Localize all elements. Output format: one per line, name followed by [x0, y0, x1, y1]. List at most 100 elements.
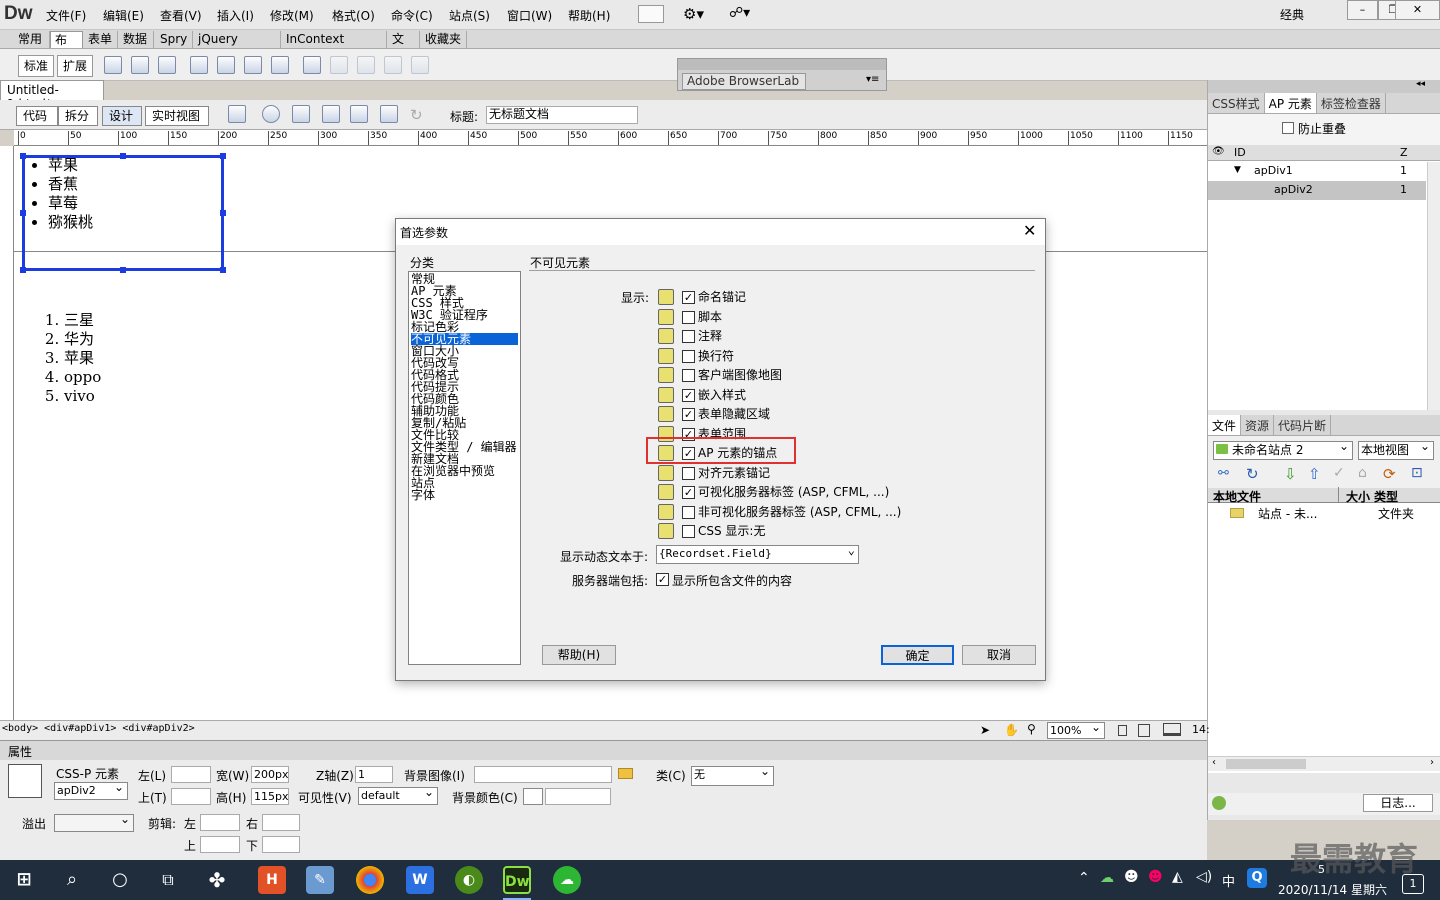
insert-object-icon[interactable]	[357, 56, 375, 74]
insert-tab[interactable]: 文本	[388, 31, 420, 63]
insert-object-icon[interactable]	[190, 56, 208, 74]
cortana-icon[interactable]: ○	[106, 866, 134, 894]
browse-folder-icon[interactable]	[618, 768, 633, 779]
invisible-element-option[interactable]: CSS 显示:无	[658, 522, 988, 540]
clip-top-input[interactable]	[200, 836, 240, 853]
insert-object-icon[interactable]	[244, 56, 262, 74]
view-button[interactable]: 代码	[16, 106, 58, 126]
gear-icon[interactable]: ⚙▾	[683, 5, 704, 23]
menu-item[interactable]: 文件(F)	[46, 7, 86, 24]
visibility-dropdown[interactable]: default	[358, 784, 438, 805]
width-input[interactable]: 200px	[251, 766, 289, 783]
insert-tab[interactable]: jQuery Mobile	[194, 31, 281, 63]
overflow-dropdown[interactable]	[54, 811, 134, 832]
file-management-icon[interactable]	[292, 105, 310, 123]
top-input[interactable]	[171, 788, 211, 805]
panel-tab[interactable]: CSS样式	[1208, 93, 1265, 113]
resize-handle[interactable]	[120, 267, 126, 273]
ok-button[interactable]: 确定	[881, 645, 954, 665]
bg-image-input[interactable]	[474, 766, 612, 783]
invisible-element-option[interactable]: 脚本	[658, 308, 988, 326]
tray-chevron-icon[interactable]: ⌃	[1078, 870, 1090, 886]
menu-item[interactable]: 帮助(H)	[568, 7, 610, 24]
cancel-button[interactable]: 取消	[962, 645, 1036, 665]
option-checkbox[interactable]	[682, 330, 695, 343]
clip-bottom-input[interactable]	[262, 836, 300, 853]
wechat-icon[interactable]: ☁	[553, 866, 581, 894]
option-checkbox[interactable]	[682, 505, 695, 519]
invisible-element-option[interactable]: ✓ 可视化服务器标签 (ASP, CFML, ...)	[658, 483, 988, 501]
tree-expand-icon[interactable]: ▼	[1234, 165, 1241, 175]
watermelon-app-icon[interactable]: ◐	[455, 866, 483, 894]
view-button[interactable]: 设计	[102, 106, 142, 126]
insert-object-icon[interactable]	[217, 56, 235, 74]
checkout-icon[interactable]: ✓	[1333, 465, 1345, 481]
ap-row[interactable]: ▼ apDiv1 1	[1208, 162, 1426, 181]
phone-size-icon[interactable]	[1118, 725, 1127, 736]
bg-color-input[interactable]	[545, 788, 611, 805]
wechat-tray-icon[interactable]: ☁	[1100, 870, 1114, 886]
desktop-size-icon[interactable]	[1163, 723, 1181, 736]
refresh-icon[interactable]: ↻	[410, 106, 423, 124]
clock-date[interactable]: 2020/11/14 星期六	[1278, 881, 1387, 898]
menu-item[interactable]: 查看(V)	[160, 7, 202, 24]
scroll-thumb[interactable]	[1226, 759, 1306, 769]
eye-icon[interactable]: 👁	[1212, 146, 1225, 157]
invisible-element-option[interactable]: 注释	[658, 327, 988, 345]
search-icon[interactable]: ⌕	[58, 866, 86, 894]
hand-tool-icon[interactable]: ✋	[1004, 723, 1019, 737]
ap-row-selected[interactable]: apDiv2 1	[1208, 181, 1426, 200]
invisible-element-option[interactable]: ✓ 嵌入样式	[658, 386, 988, 404]
standard-mode-button[interactable]: 标准	[18, 55, 55, 77]
notepad-icon[interactable]: ✎	[306, 866, 334, 894]
zoom-tool-icon[interactable]: ⚲	[1027, 722, 1036, 736]
insert-object-icon[interactable]	[271, 56, 289, 74]
pointer-tool-icon[interactable]: ➤	[980, 723, 990, 737]
class-dropdown[interactable]: 无	[691, 763, 774, 786]
invisible-element-option[interactable]: 换行符	[658, 347, 988, 365]
preview-browser-icon[interactable]	[262, 105, 280, 123]
view-button[interactable]: 拆分	[58, 106, 98, 126]
title-input[interactable]: 无标题文档	[486, 106, 638, 124]
connect-icon[interactable]: ⚯	[1218, 466, 1229, 481]
dreamweaver-icon[interactable]: Dw	[503, 866, 531, 894]
put-files-icon[interactable]: ⇧	[1308, 465, 1321, 483]
resize-handle[interactable]	[20, 153, 26, 159]
insert-object-icon[interactable]	[131, 56, 149, 74]
volume-icon[interactable]: ◁)	[1196, 869, 1212, 885]
resize-handle[interactable]	[20, 210, 26, 216]
windows-start-icon[interactable]: ⊞	[10, 866, 38, 894]
clip-right-input[interactable]	[262, 814, 300, 831]
insert-tab[interactable]: 布局	[50, 31, 83, 64]
clock-time[interactable]: 5	[1318, 863, 1325, 876]
panel-tab[interactable]: 标签检查器	[1317, 93, 1386, 113]
layout-icon[interactable]	[638, 5, 664, 23]
expanded-mode-button[interactable]: 扩展	[57, 55, 94, 77]
panel-grip[interactable]	[678, 59, 886, 70]
option-checkbox[interactable]	[682, 349, 695, 363]
insert-tab[interactable]: 表单	[84, 31, 118, 48]
invisible-element-option[interactable]: 客户端图像地图	[658, 366, 988, 384]
z-column[interactable]: Z	[1400, 146, 1408, 159]
clip-left-input[interactable]	[200, 814, 240, 831]
insert-tab[interactable]: 常用	[14, 31, 50, 48]
option-checkbox[interactable]	[682, 466, 695, 480]
panel-collapse-bar[interactable]: ◂◂	[1208, 79, 1440, 93]
qq-tray-icon-2[interactable]: ☻	[1148, 869, 1163, 885]
site-icon[interactable]: ☍▾	[729, 5, 750, 21]
resize-handle[interactable]	[220, 153, 226, 159]
prevent-overlap-checkbox[interactable]	[1282, 122, 1294, 134]
view-button[interactable]: 实时视图	[145, 106, 209, 126]
menu-item[interactable]: 修改(M)	[270, 7, 314, 24]
log-button[interactable]: 日志...	[1363, 794, 1433, 812]
qq-browser-tray-icon[interactable]: Q	[1247, 868, 1267, 888]
category-list[interactable]: 常规 AP 元素 CSS 样式 W3C 验证程序 标记色彩 不可见元素 窗口大小 代码改写 代码…	[408, 271, 521, 665]
left-input[interactable]	[171, 766, 211, 783]
check-browser-icon[interactable]	[350, 105, 368, 123]
insert-object-icon[interactable]	[158, 56, 176, 74]
resize-handle[interactable]	[20, 267, 26, 273]
zoom-dropdown[interactable]: 100%	[1047, 719, 1105, 739]
scrollbar[interactable]	[1427, 162, 1440, 410]
category-item[interactable]: 字体	[411, 489, 518, 501]
insert-object-icon[interactable]	[303, 56, 321, 74]
